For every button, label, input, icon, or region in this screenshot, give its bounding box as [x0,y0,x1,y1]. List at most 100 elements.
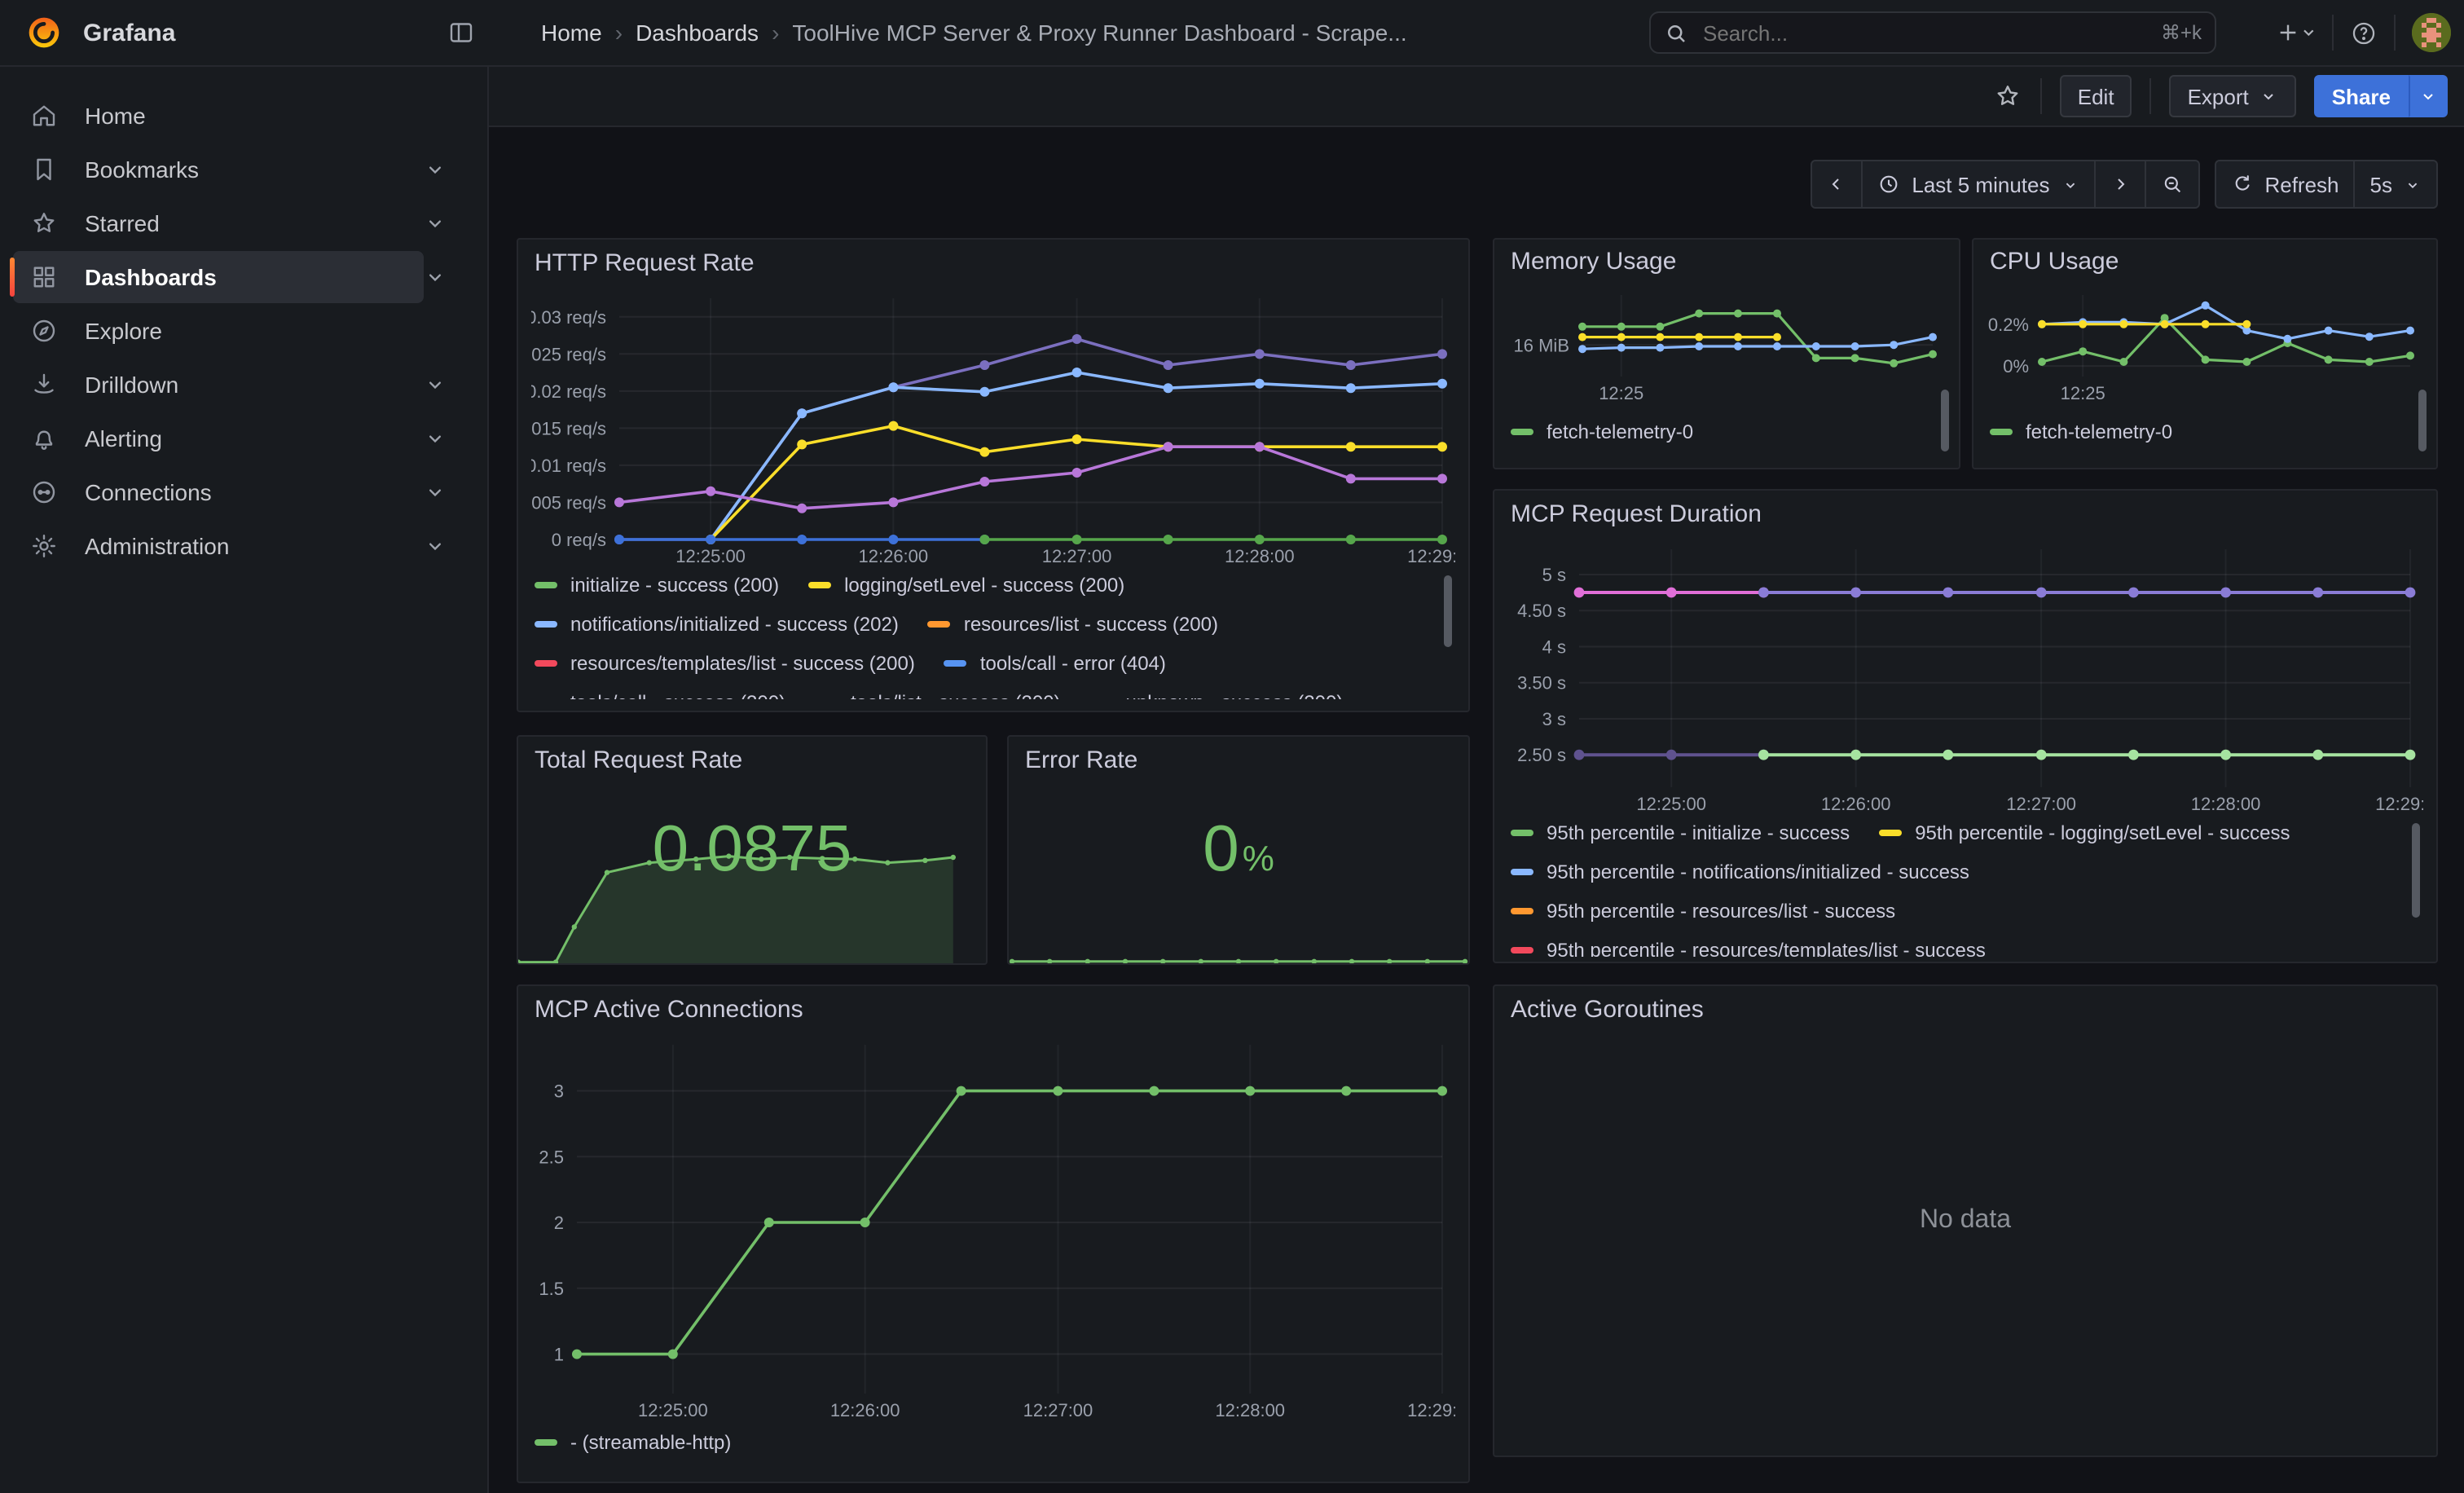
panel-title[interactable]: CPU Usage [1973,240,2436,282]
legend-item[interactable]: - (streamable-http) [535,1431,731,1454]
legend-row: resources/templates/list - success (200)… [535,650,1452,676]
svg-text:0%: 0% [2003,356,2029,377]
time-series-chart[interactable]: 12:25:0012:26:0012:27:0012:28:0012:29:00… [531,1035,1455,1423]
legend-item[interactable]: tools/call - error (404) [944,652,1166,675]
chevron-down-icon[interactable] [424,427,447,450]
sidebar-item-starred[interactable]: Starred [13,197,424,249]
sidebar-toggle-icon[interactable] [447,18,476,47]
svg-text:12:27:00: 12:27:00 [2006,794,2076,814]
legend-label: 95th percentile - resources/templates/li… [1547,939,1986,957]
legend-label: fetch-telemetry-0 [2026,421,2172,443]
legend-label: tools/call - error (404) [980,652,1166,675]
brand[interactable]: Grafana [0,0,489,65]
panel-mcp-active-connections: MCP Active Connections 12:25:0012:26:001… [517,984,1470,1483]
user-avatar[interactable] [2412,13,2451,52]
sidebar-item-administration[interactable]: Administration [13,520,424,572]
time-shift-back-button[interactable] [1811,160,1863,209]
breadcrumb-home[interactable]: Home [541,20,602,46]
sidebar-item-alerting[interactable]: Alerting [13,412,424,465]
series-color-pill [535,621,557,628]
chevron-down-icon[interactable] [424,535,447,557]
panel-error-rate: Error Rate 0 % [1007,735,1470,965]
legend-item[interactable]: tools/call - success (200) [535,691,785,699]
chevron-down-icon[interactable] [424,481,447,504]
breadcrumb-dashboards[interactable]: Dashboards [636,20,759,46]
legend-item[interactable]: 95th percentile - resources/list - succe… [1511,900,1895,923]
panel-title[interactable]: HTTP Request Rate [518,240,1468,285]
legend-item[interactable]: resources/templates/list - success (200) [535,652,915,675]
svg-text:12:27:00: 12:27:00 [1042,546,1112,566]
time-shift-forward-button[interactable] [2095,160,2145,209]
legend-item[interactable]: 95th percentile - initialize - success [1511,821,1850,844]
legend-item[interactable]: logging/setLevel - success (200) [808,574,1124,597]
time-series-chart[interactable]: 12:25:0012:26:0012:27:0012:28:0012:29:00… [1507,540,2423,817]
drilldown-icon [29,370,59,399]
connections-icon [29,478,59,507]
stat-value: 0.0875 [653,813,852,887]
legend-label: 95th percentile - resources/list - succe… [1547,900,1895,923]
legend-item[interactable]: fetch-telemetry-0 [1990,421,2172,443]
zoom-out-button[interactable] [2145,160,2199,209]
favorite-button[interactable] [1993,81,2022,111]
share-button[interactable]: Share [2314,75,2409,117]
chevron-down-icon[interactable] [424,373,447,396]
help-button[interactable] [2350,19,2378,46]
svg-text:3.50 s: 3.50 s [1517,673,1566,694]
export-menu-button[interactable]: Export [2170,75,2296,117]
svg-text:12:25: 12:25 [2061,383,2105,403]
time-series-chart[interactable]: 12:25 0.2% 0% [1987,285,2423,406]
scrollbar[interactable] [2412,823,2420,918]
series-color-pill [535,660,557,667]
sidebar-item-connections[interactable]: Connections [13,466,424,518]
chevron-down-icon[interactable] [424,212,447,235]
legend-item[interactable]: initialize - success (200) [535,574,779,597]
sidebar-item-drilldown[interactable]: Drilldown [13,359,424,411]
search-field[interactable] [1700,19,2161,46]
svg-text:0.03 req/s: 0.03 req/s [531,307,606,328]
legend: fetch-telemetry-0 [1511,419,1943,455]
legend-item[interactable]: notifications/initialized - success (202… [535,613,899,636]
search-input[interactable]: ⌘+k [1649,11,2216,54]
legend-item[interactable]: 95th percentile - notifications/initiali… [1511,861,1969,883]
time-series-chart[interactable]: 12:25:0012:26:0012:27:0012:28:0012:29:00… [531,288,1455,569]
panel-title[interactable]: MCP Active Connections [518,986,1468,1032]
time-range-picker[interactable]: Last 5 minutes [1863,160,2095,209]
legend-item[interactable]: resources/list - success (200) [928,613,1218,636]
sidebar-item-home[interactable]: Home [13,90,424,142]
scrollbar[interactable] [2418,390,2427,451]
add-new-button[interactable] [2273,20,2316,46]
legend-item[interactable]: fetch-telemetry-0 [1511,421,1693,443]
divider [2150,78,2152,114]
scrollbar[interactable] [1444,575,1452,647]
divider [2040,78,2042,114]
legend-label: initialize - success (200) [570,574,779,597]
legend-item[interactable]: 95th percentile - logging/setLevel - suc… [1879,821,2290,844]
refresh-interval-select[interactable]: 5s [2356,160,2438,209]
breadcrumb-current: ToolHive MCP Server & Proxy Runner Dashb… [792,20,1406,46]
series-color-pill [808,582,831,588]
legend-item[interactable]: unknown - success (200) [1090,691,1344,699]
chevron-down-icon[interactable] [424,266,447,288]
legend-item[interactable]: 95th percentile - resources/templates/li… [1511,939,1986,957]
sidebar-item-bookmarks[interactable]: Bookmarks [13,143,424,196]
chevron-down-icon[interactable] [424,158,447,181]
edit-button[interactable]: Edit [2060,75,2132,117]
legend-item[interactable]: tools/list - success (200) [815,691,1060,699]
grafana-logo-icon[interactable] [26,15,62,51]
time-series-chart[interactable]: 12:2516 MiB [1507,285,1946,406]
series-color-pill [535,582,557,588]
panel-title[interactable]: Memory Usage [1494,240,1959,282]
svg-text:5 s: 5 s [1542,565,1566,585]
refresh-button[interactable]: Refresh [2214,160,2355,209]
legend: - (streamable-http) [535,1429,1452,1469]
panel-title[interactable]: MCP Request Duration [1494,491,2436,536]
sidebar-item-dashboards[interactable]: Dashboards [13,251,424,303]
share-options-button[interactable] [2409,75,2448,117]
scrollbar[interactable] [1941,390,1949,451]
top-bar: Grafana Home › Dashboards › ToolHive MCP… [0,0,2464,67]
legend-label: resources/templates/list - success (200) [570,652,915,675]
sidebar-item-explore[interactable]: Explore [13,305,424,357]
sidebar-item-label: Administration [85,533,229,559]
svg-text:0.005 req/s: 0.005 req/s [531,492,606,513]
svg-text:0.2%: 0.2% [1988,315,2029,335]
